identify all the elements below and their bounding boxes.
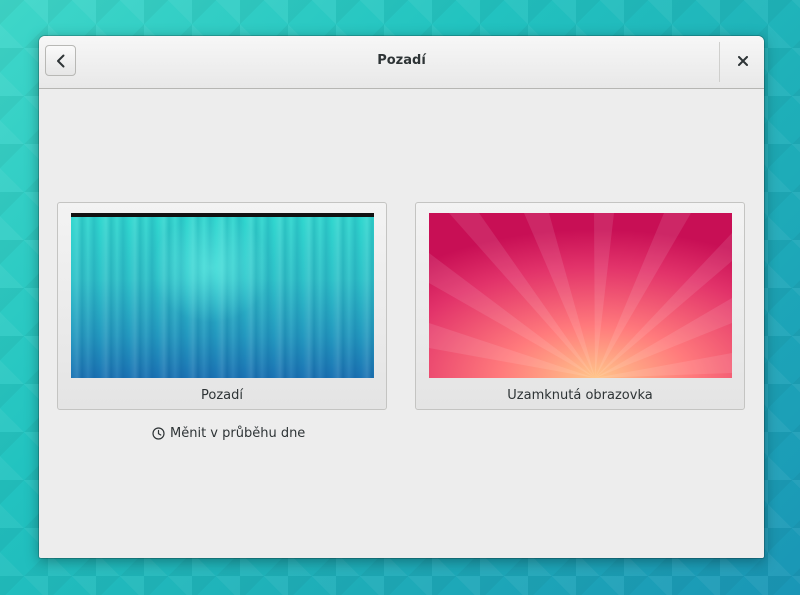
thumbnail-top-bar bbox=[71, 213, 374, 217]
change-note-text: Měnit v průběhu dne bbox=[170, 426, 306, 441]
header-bar: Pozadí bbox=[39, 36, 764, 89]
background-settings-dialog: Pozadí Pozadí Uzamknutá obrazovka Měnit … bbox=[39, 36, 764, 558]
window-title: Pozadí bbox=[377, 53, 426, 68]
sunburst-wallpaper bbox=[429, 213, 732, 378]
close-icon bbox=[738, 56, 748, 66]
lock-screen-thumbnail bbox=[429, 213, 732, 378]
title-separator bbox=[719, 42, 720, 82]
thumbnail-glow bbox=[151, 213, 271, 323]
background-thumbnail bbox=[71, 213, 374, 378]
background-card[interactable]: Pozadí bbox=[57, 202, 387, 410]
lock-screen-card-label: Uzamknutá obrazovka bbox=[507, 388, 653, 403]
close-button[interactable] bbox=[734, 52, 752, 70]
clock-icon bbox=[152, 427, 165, 440]
changes-throughout-day-note: Měnit v průběhu dne bbox=[152, 426, 305, 441]
lock-screen-card[interactable]: Uzamknutá obrazovka bbox=[415, 202, 745, 410]
background-card-label: Pozadí bbox=[201, 388, 243, 403]
